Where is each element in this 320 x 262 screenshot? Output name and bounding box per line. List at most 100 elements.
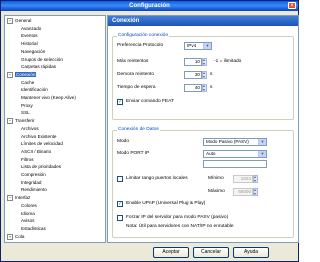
tree-item[interactable]: Historial <box>21 41 38 47</box>
tree-label: Cache <box>21 79 35 85</box>
tree-item[interactable]: Estadísticas <box>21 226 46 232</box>
tree-item[interactable]: Carpetas rápidas <box>21 64 56 70</box>
tree-label: Filtros <box>21 156 34 162</box>
tree-item[interactable]: Cache <box>21 80 34 86</box>
tree-item[interactable]: Integridad <box>21 180 41 186</box>
max-retries-input[interactable]: 10 <box>184 58 202 66</box>
tree-item[interactable]: Archivo Existente <box>21 134 57 140</box>
timeout-unit: s <box>210 85 213 90</box>
tree-label: Compresión <box>21 172 46 177</box>
max-port-stepper[interactable] <box>253 187 258 196</box>
tree-group[interactable]: − Conexión <box>7 71 37 78</box>
tree-item[interactable]: Lista de prioridades <box>21 164 61 170</box>
retry-delay-input[interactable]: 30 <box>184 71 202 79</box>
upnp-checkbox[interactable]: ✓ <box>117 201 123 207</box>
tree-group[interactable]: − General <box>7 18 31 24</box>
tree-item[interactable]: Filtros <box>21 157 34 163</box>
collapse-icon[interactable]: − <box>7 71 13 78</box>
tree-label: Carpetas rápidas <box>21 64 56 70</box>
min-port-stepper[interactable] <box>253 174 258 183</box>
limit-ports-checkbox[interactable] <box>117 176 123 182</box>
protocol-select[interactable]: IPv4 ▼ <box>184 42 212 50</box>
force-ip-checkbox[interactable] <box>117 215 123 221</box>
limit-ports-label: Limitar rango puertos locales <box>126 176 188 181</box>
tree-label: Integridad <box>21 179 42 185</box>
tree-label: General <box>15 18 32 24</box>
tree-item[interactable]: Proxy <box>21 103 33 109</box>
upnp-label: Enable UPnP (Universal Plug & Play) <box>126 201 206 206</box>
port-mode-value: Auto <box>206 151 216 156</box>
mode-value: Modo Pasivo (PASV) <box>206 139 249 144</box>
tree-label: Rendimiento <box>21 187 47 193</box>
cancel-button[interactable]: Cancelar <box>193 247 229 258</box>
tree-label: Eventos <box>21 33 38 39</box>
tree-item[interactable]: Avanzado <box>21 26 41 32</box>
tree-item[interactable]: Avisos <box>21 218 34 224</box>
tree-item[interactable]: Identificación <box>21 87 48 93</box>
close-icon[interactable]: × <box>288 2 296 9</box>
tree-group[interactable]: − Interfaz <box>7 195 30 202</box>
tree-label: Lista de prioridades <box>21 164 62 170</box>
group-label: Conexión de Datos <box>117 127 160 133</box>
tree-label: Transferir <box>15 118 35 124</box>
group-label: Configuración conexión <box>117 33 170 39</box>
timeout-label: Tiempo de espera <box>117 85 156 90</box>
expand-icon[interactable]: + <box>7 233 13 240</box>
tree-item[interactable]: ASCII / Binario <box>21 149 51 155</box>
protocol-value: IPv4 <box>187 43 197 48</box>
tree-item[interactable]: Archivos <box>21 126 39 132</box>
tree-label: Estadísticas <box>21 225 46 231</box>
send-feat-label: Enviar comando FEAT <box>126 99 174 104</box>
tree-item[interactable]: Idioma <box>21 211 35 217</box>
tree-item[interactable]: Colores <box>21 203 37 209</box>
timeout-input[interactable]: 40 <box>184 84 202 92</box>
chevron-down-icon: ▼ <box>258 151 266 157</box>
settings-window: Configuración × − General Avanzado Eventos H… <box>0 0 299 262</box>
collapse-icon[interactable]: − <box>7 195 13 202</box>
retry-delay-stepper[interactable] <box>202 70 207 79</box>
tree-label: Archivo Existente <box>21 133 57 139</box>
tree-label: Colores <box>21 202 37 208</box>
tree-item[interactable]: Compresión <box>21 172 46 178</box>
tree-label: Proxy <box>21 102 33 108</box>
tree-label: Identificación <box>21 87 48 93</box>
tree-group[interactable]: + Cola <box>7 233 24 240</box>
tree-item[interactable]: Mantener vivo (Keep Alive) <box>21 95 76 101</box>
max-retries-label: Máx reintentos <box>117 59 149 64</box>
tree-label: Navegación <box>21 48 46 54</box>
tree-item[interactable]: Rendimiento <box>21 187 47 193</box>
max-port-input[interactable]: 65000 <box>233 188 253 196</box>
tree-label: Mantener vivo (Keep Alive) <box>21 95 76 100</box>
mode-select[interactable]: Modo Pasivo (PASV) ▼ <box>203 138 267 146</box>
data-connection-group: Conexión de Datos Modo Modo Pasivo (PASV… <box>112 127 294 238</box>
collapse-icon[interactable]: − <box>7 118 13 125</box>
window-title: Configuración <box>1 1 298 11</box>
help-button[interactable]: Ayuda <box>233 247 269 258</box>
port-mode-select[interactable]: Auto ▼ <box>203 150 267 158</box>
tree-label: Conexión <box>15 72 37 78</box>
retry-delay-unit: s <box>210 72 213 77</box>
tree-label: Límites de velocidad <box>21 141 63 147</box>
port-ip-input[interactable] <box>203 160 267 168</box>
tree-label: Idioma <box>21 210 35 216</box>
min-port-input[interactable]: 1024 <box>233 175 253 183</box>
tree-group[interactable]: − Transferir <box>7 118 35 125</box>
tree-item[interactable]: Eventos <box>21 33 38 39</box>
tree-item[interactable]: Grupos de selección <box>21 57 63 63</box>
retry-delay-label: Demora reintento <box>117 72 155 77</box>
send-feat-checkbox[interactable]: ✓ <box>117 99 123 105</box>
mode-label: Modo <box>117 139 129 144</box>
connection-panel: Conexión Configuración conexión Preferen… <box>107 15 299 243</box>
collapse-icon[interactable]: − <box>7 18 13 24</box>
ok-button[interactable]: Aceptar <box>153 247 189 258</box>
max-port-label: Máximo <box>208 189 225 194</box>
tree-item[interactable]: Límites de velocidad <box>21 141 63 147</box>
tree-label: Avisos <box>21 218 35 224</box>
tree-item[interactable]: Navegación <box>21 49 45 55</box>
force-ip-note: Nota: Útil para servidores con NAT/IP no… <box>126 224 234 229</box>
timeout-stepper[interactable] <box>202 83 207 92</box>
tree-label: Grupos de selección <box>21 56 63 62</box>
max-retries-stepper[interactable] <box>202 57 207 66</box>
port-mode-label: Modo PORT IP <box>117 151 150 156</box>
tree-item[interactable]: SSL <box>21 110 30 116</box>
